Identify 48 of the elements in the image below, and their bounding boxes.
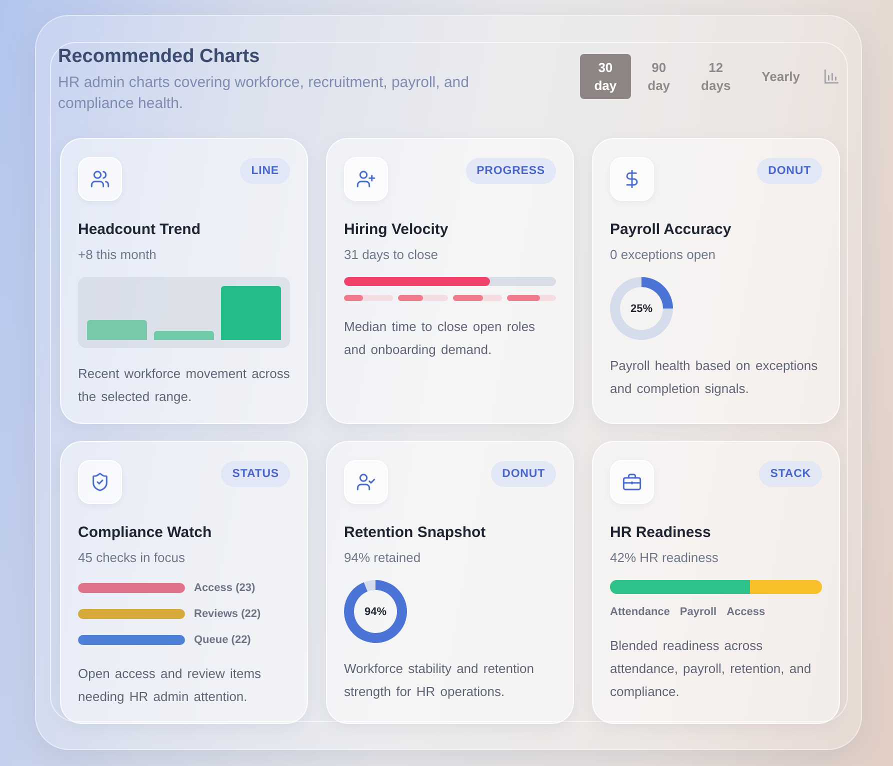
chart-type-badge: PROGRESS (466, 158, 556, 184)
card-title: HR Readiness (610, 523, 712, 543)
card-subtitle: 42% HR readiness (610, 549, 720, 567)
status-label: Access (23) (194, 581, 256, 596)
chart-bar (221, 286, 281, 340)
chart-type-badge: STATUS (221, 461, 290, 487)
range-tab[interactable]: 90 day (634, 54, 684, 99)
card-subtitle: 31 days to close (344, 246, 439, 264)
chart-type-badge: LINE (240, 158, 290, 184)
chart-type-badge: DONUT (757, 158, 822, 184)
legend-label: Access (726, 605, 766, 620)
chart-bar (154, 331, 214, 340)
card-subtitle: +8 this month (78, 246, 158, 264)
bar-chart-icon[interactable] (823, 68, 840, 85)
card-title: Hiring Velocity (344, 220, 450, 240)
card-subtitle: 0 exceptions open (610, 246, 717, 264)
card-subtitle: 45 checks in focus (78, 549, 186, 567)
briefcase-icon (610, 460, 654, 504)
chart-type-badge: STACK (759, 461, 822, 487)
chart-bar (87, 320, 147, 340)
donut-reading: 25% (630, 302, 653, 314)
range-tab[interactable]: Yearly (748, 54, 814, 99)
chart-type-badge: DONUT (491, 461, 556, 487)
user-plus-icon (344, 157, 388, 201)
donut-reading: 94% (364, 606, 387, 618)
card-title: Payroll Accuracy (610, 220, 732, 240)
shield-check-icon (78, 460, 122, 504)
card-description: Workforce stability and retention strength for HR operations. (344, 660, 535, 701)
card-title: Retention Snapshot (344, 523, 487, 543)
range-tab[interactable]: 30 day (580, 54, 631, 99)
card-description: Payroll health based on exceptions and completion signals. (610, 357, 819, 398)
legend-label: Attendance (610, 605, 670, 620)
card-description: Open access and review items needing HR admin attention. (78, 665, 262, 706)
users-icon (78, 157, 122, 201)
card-subtitle: 94% retained (344, 549, 422, 567)
page-title: Recommended Charts (58, 45, 261, 69)
range-tab[interactable]: 12 days (687, 54, 745, 99)
dollar-icon (610, 157, 654, 201)
legend-label: Payroll (680, 605, 717, 620)
user-check-icon (344, 460, 388, 504)
status-label: Reviews (22) (194, 607, 261, 622)
page-subtitle: HR admin charts covering workforce, recruitment, payroll, and compliance health. (58, 73, 470, 114)
card-title: Headcount Trend (78, 220, 202, 240)
card-description: Median time to close open roles and onboarding demand. (344, 318, 536, 359)
card-description: Blended readiness across attendance, payroll, retention, and compliance. (610, 637, 812, 701)
card-title: Compliance Watch (78, 523, 213, 543)
status-label: Queue (22) (194, 633, 251, 648)
card-description: Recent workforce movement across the selected range. (78, 365, 290, 406)
